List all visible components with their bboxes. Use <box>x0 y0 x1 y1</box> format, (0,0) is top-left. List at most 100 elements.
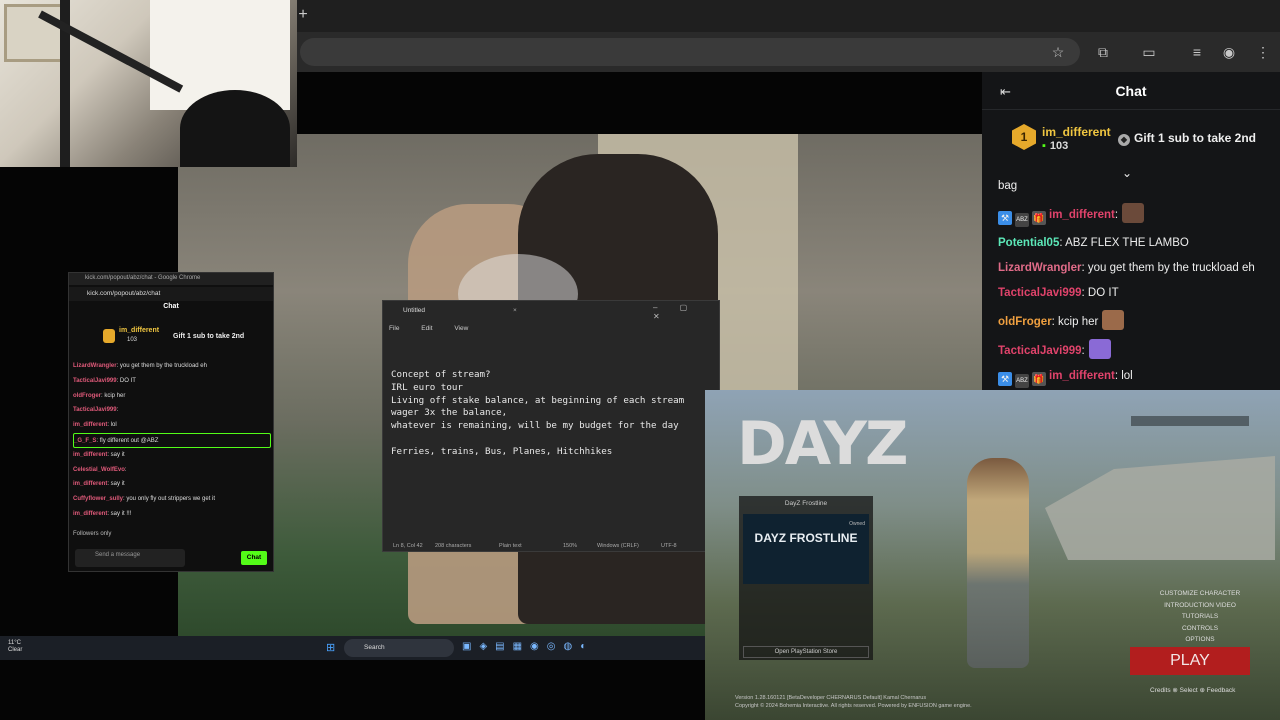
notepad-tab[interactable]: Untitled <box>403 307 523 321</box>
chat-message-text: bag <box>998 180 1018 192</box>
cursor-position: Ln 8, Col 42 <box>393 543 423 549</box>
menu-edit[interactable]: Edit <box>421 325 432 332</box>
gifter-badge-icon: 🎁 <box>1032 211 1046 225</box>
dlc-image[interactable]: DAYZ FROSTLINE Owned <box>743 514 869 584</box>
popout-message: LizardWrangler: you get them by the truc… <box>73 359 271 374</box>
chat-message: TacticalJavi999: <box>998 339 1270 360</box>
chat-message: bag <box>998 178 1270 195</box>
line-ending: Windows (CRLF) <box>597 543 639 549</box>
popout-message-user[interactable]: im_different <box>73 481 107 487</box>
gaming-chair <box>180 90 290 167</box>
emote-icon <box>1088 339 1111 359</box>
version-footer: Version 1.28.160121 [BetaDeveloper CHERN… <box>735 694 1035 710</box>
chat-username[interactable]: im_different <box>1049 209 1115 221</box>
version-text: Version 1.28.160121 [BetaDeveloper CHERN… <box>735 695 927 701</box>
chat-message: ⚒ ABZ 🎁 im_different: lol <box>998 368 1270 388</box>
pinned-gift: ◆ Gift 1 sub to take 2nd <box>1118 131 1256 146</box>
popout-message-text: : say it <box>107 451 125 458</box>
menu-icon[interactable]: ⋮ <box>1254 43 1272 61</box>
chat-message-text: : lol <box>1114 370 1133 382</box>
pinned-gift-text: Gift 1 sub to take 2nd <box>1134 131 1257 145</box>
popout-message: im_different: say it <box>73 448 271 463</box>
store-button[interactable]: Open PlayStation Store <box>743 646 869 658</box>
popout-message-user[interactable]: im_different <box>73 452 107 458</box>
shipwreck <box>1045 456 1275 560</box>
extension-icon[interactable]: ⧉ <box>1094 43 1112 61</box>
url-input[interactable] <box>300 38 1080 66</box>
rank-badge: 1 <box>1012 124 1036 150</box>
char-count: 208 characters <box>435 543 472 549</box>
chat-username[interactable]: TacticalJavi999 <box>998 345 1082 357</box>
notepad-text-area[interactable]: Concept of stream? IRL euro tour Living … <box>391 369 717 459</box>
profile-icon[interactable]: ◉ <box>1220 43 1238 61</box>
popout-message-user[interactable]: TacticalJavi999 <box>73 407 117 413</box>
popout-url[interactable]: kick.com/popout/abz/chat <box>69 287 273 301</box>
weather-temp: 11°C <box>8 640 21 646</box>
popout-pinned-bar: im_different 103 Gift 1 sub to take 2nd <box>69 323 273 353</box>
new-tab-button[interactable]: + <box>296 6 310 24</box>
sub-badge-icon: ABZ <box>1015 213 1029 227</box>
media-icon[interactable]: ≡ <box>1188 43 1206 61</box>
popout-message-input[interactable]: Send a message <box>75 549 185 567</box>
popout-message-text: : <box>116 407 119 414</box>
menu-options[interactable]: OPTIONS <box>1145 634 1255 646</box>
file-format: Plain text <box>499 543 522 549</box>
chat-username[interactable]: Potential05 <box>998 237 1059 249</box>
menu-customize-character[interactable]: CUSTOMIZE CHARACTER <box>1145 588 1255 600</box>
popout-message-user[interactable]: oldFroger <box>73 393 101 399</box>
taskbar-app-icons[interactable]: ▣◈▤▦◉◎◍◐ <box>462 641 702 652</box>
popout-message: oldFroger: kcip her <box>73 389 271 404</box>
main-menu: CUSTOMIZE CHARACTER INTRODUCTION VIDEO T… <box>1145 588 1255 646</box>
popout-message: TacticalJavi999: <box>73 403 271 418</box>
emote-icon <box>1102 310 1125 330</box>
popout-pinned-user: im_different <box>119 327 160 334</box>
popout-send-button[interactable]: Chat <box>241 551 267 565</box>
chat-username[interactable]: oldFroger <box>998 316 1052 328</box>
menu-controls[interactable]: CONTROLS <box>1145 623 1255 635</box>
menu-tutorials[interactable]: TUTORIALS <box>1145 611 1255 623</box>
popout-message-user[interactable]: LizardWrangler <box>73 363 117 369</box>
chat-message-text: : kcip her <box>1051 316 1099 328</box>
popout-message-user[interactable]: Celestial_WolfEvo <box>73 467 125 473</box>
popout-message-user[interactable]: _G_F_S <box>74 438 96 444</box>
popout-message-user[interactable]: im_different <box>73 511 107 517</box>
popout-message-user[interactable]: Cuffyflower_sully <box>73 496 123 502</box>
moderator-badge-icon: ⚒ <box>998 211 1012 225</box>
popout-window-title: kick.com/popout/abz/chat - Google Chrome <box>69 273 273 285</box>
chat-username[interactable]: TacticalJavi999 <box>998 287 1082 299</box>
popout-pinned-count: 103 <box>127 337 138 343</box>
menu-view[interactable]: View <box>454 325 468 332</box>
chat-message-text: : you get them by the truckload eh <box>1081 262 1255 274</box>
pinned-user[interactable]: im_different <box>1042 125 1111 139</box>
taskbar-search[interactable]: Search <box>344 639 454 657</box>
windows-start-icon[interactable]: ⊞ <box>326 641 335 654</box>
weather-condition: Clear <box>8 647 23 653</box>
popout-message-user[interactable]: TacticalJavi999 <box>73 378 117 384</box>
pinned-gift-bar[interactable]: 1 im_different ▪ 103 ◆ Gift 1 sub to take … <box>992 120 1272 156</box>
window-controls[interactable]: – ▢ ✕ <box>653 303 717 321</box>
star-icon[interactable]: ☆ <box>1049 43 1067 61</box>
play-button[interactable]: PLAY <box>1130 647 1250 675</box>
popout-message-list: LizardWrangler: you get them by the truc… <box>73 359 271 522</box>
gifter-badge-icon: 🎁 <box>1032 372 1046 386</box>
cast-icon[interactable]: ▭ <box>1140 43 1158 61</box>
chat-username[interactable]: im_different <box>1049 370 1115 382</box>
weather-widget[interactable]: 11°C Clear <box>8 640 22 654</box>
chat-message: LizardWrangler: you get them by the truc… <box>998 260 1270 277</box>
popout-message-user[interactable]: im_different <box>73 422 107 428</box>
webcam-overlay <box>0 0 297 167</box>
chat-message-text: : <box>1081 345 1085 357</box>
popout-message: im_different: lol <box>73 418 271 433</box>
chat-message-text: : ABZ FLEX THE LAMBO <box>1059 237 1189 249</box>
chat-message: ⚒ ABZ 🎁 im_different: <box>998 203 1270 227</box>
encoding: UTF-8 <box>661 543 677 549</box>
chat-message: oldFroger: kcip her <box>998 310 1270 331</box>
menu-introduction-video[interactable]: INTRODUCTION VIDEO <box>1145 600 1255 612</box>
chat-username[interactable]: LizardWrangler <box>998 262 1082 274</box>
popout-message: _G_F_S: fly different out @ABZ <box>73 432 271 448</box>
tab-close-icon[interactable]: × <box>513 307 523 314</box>
popout-message: im_different: say it !!! <box>73 507 271 522</box>
menu-file[interactable]: File <box>389 325 399 332</box>
notepad-status-bar: Ln 8, Col 42 208 characters Plain text 1… <box>383 541 719 553</box>
chat-message-list: bag ⚒ ABZ 🎁 im_different: Potential05: ABZ FL… <box>998 178 1270 396</box>
